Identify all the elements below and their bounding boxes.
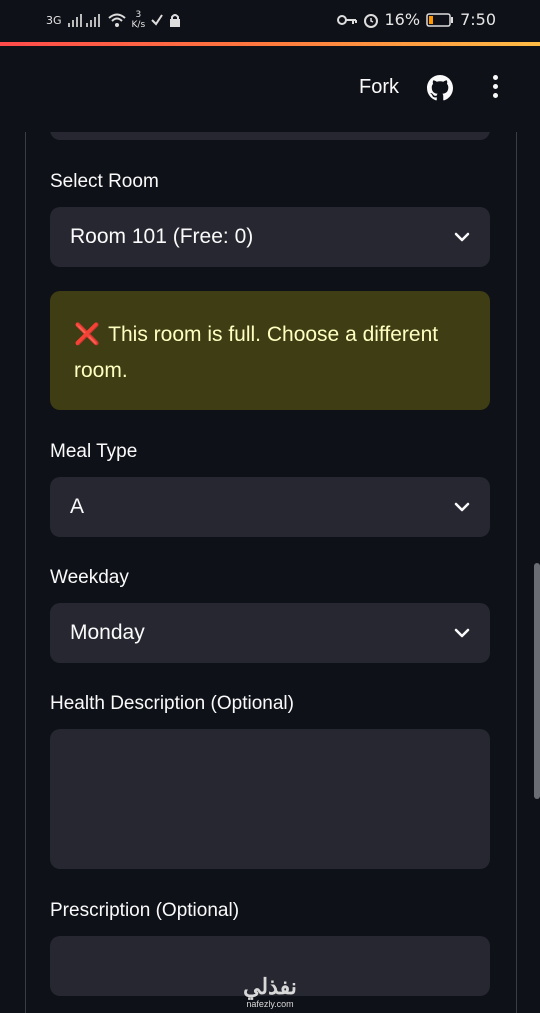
check-icon: [151, 14, 163, 26]
more-menu-icon[interactable]: [491, 75, 499, 101]
battery-icon: [426, 12, 454, 27]
battery-percent: 16%: [384, 10, 421, 29]
meal-type-label: Meal Type: [50, 441, 138, 462]
room-full-alert: ❌ This room is full. Choose a different r…: [50, 291, 490, 410]
status-left: 3G 3 K/s: [46, 10, 181, 30]
network-label: 3G: [46, 13, 62, 27]
room-label: Select Room: [50, 171, 159, 192]
meal-type-select[interactable]: A: [50, 477, 490, 537]
github-icon[interactable]: [427, 75, 453, 101]
chevron-down-icon: [454, 232, 470, 242]
room-select-value: Room 101 (Free: 0): [70, 225, 254, 248]
health-description-textarea[interactable]: [50, 729, 490, 869]
prescription-textarea[interactable]: [50, 936, 490, 996]
clock-time: 7:50: [460, 10, 496, 29]
weekday-select[interactable]: Monday: [50, 603, 490, 663]
error-icon: ❌: [74, 323, 101, 346]
weekday-label: Weekday: [50, 567, 129, 588]
signal-icon: [67, 14, 100, 27]
room-select[interactable]: Room 101 (Free: 0): [50, 207, 490, 267]
wifi-icon: [107, 13, 126, 27]
meal-type-value: A: [70, 495, 85, 518]
previous-input[interactable]: [50, 132, 490, 140]
main-content: Select Room Room 101 (Free: 0) ❌ This roo…: [25, 132, 517, 1013]
status-bar: 3G 3 K/s 16% 7:50: [0, 0, 540, 42]
weekday-value: Monday: [70, 621, 145, 644]
chevron-down-icon: [454, 628, 470, 638]
health-description-label: Health Description (Optional): [50, 693, 294, 714]
app-header: Fork: [0, 46, 540, 132]
scrollbar[interactable]: [534, 563, 540, 799]
fork-button[interactable]: Fork: [359, 76, 399, 99]
key-icon: [336, 14, 357, 25]
status-right: 16% 7:50: [336, 10, 496, 29]
alert-message: This room is full. Choose a different ro…: [74, 323, 439, 382]
lock-icon: [170, 14, 181, 27]
prescription-label: Prescription (Optional): [50, 900, 240, 921]
alarm-icon: [363, 13, 378, 28]
chevron-down-icon: [454, 502, 470, 512]
network-speed: 3 K/s: [131, 10, 146, 30]
